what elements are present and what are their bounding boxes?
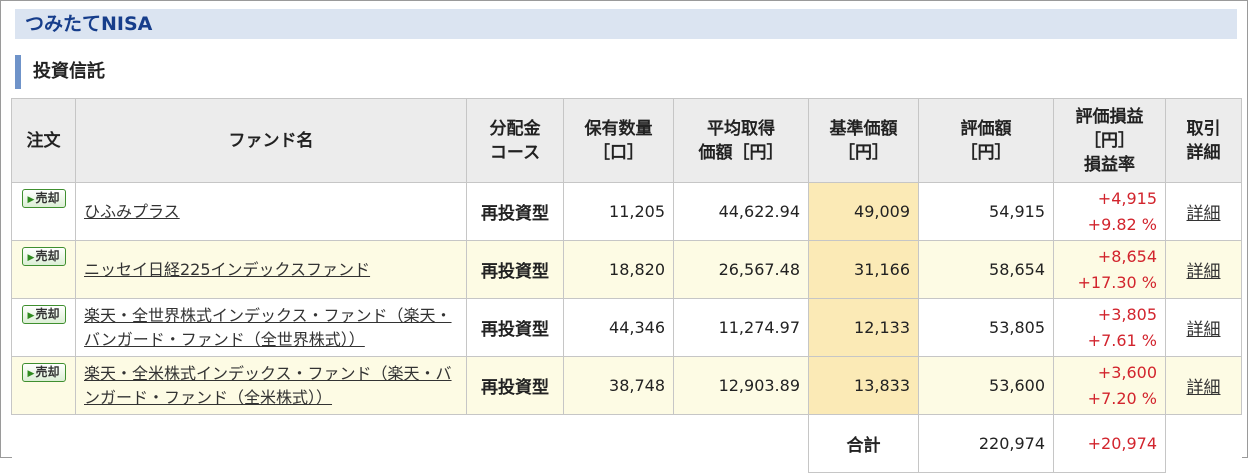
fund-name-cell: 楽天・全米株式インデックス・ファンド（楽天・バンガード・ファンド（全米株式）） [75, 356, 467, 415]
sell-button-label: 売却 [35, 365, 60, 379]
valuation: 54,915 [918, 182, 1054, 241]
total-profit-loss: +20,974 [1053, 414, 1166, 473]
sell-button[interactable]: ▶売却 [21, 247, 66, 266]
avg-cost: 12,903.89 [673, 356, 809, 415]
distribution-course: 再投資型 [466, 240, 564, 299]
col-header-course: 分配金 コース [466, 98, 564, 183]
col-header-nav: 基準価額 ［円］ [808, 98, 919, 183]
detail-link[interactable]: 詳細 [1187, 320, 1221, 340]
nav-price: 13,833 [808, 356, 919, 415]
total-row: 合計 220,974 +20,974 [11, 414, 1242, 473]
profit-loss-amount: +8,654 [1097, 246, 1157, 266]
sell-button[interactable]: ▶売却 [21, 363, 66, 382]
sell-button-label: 売却 [35, 191, 60, 205]
quantity: 44,346 [563, 298, 674, 357]
col-header-quantity: 保有数量 ［口］ [563, 98, 674, 183]
profit-loss-amount: +3,600 [1097, 362, 1157, 382]
profit-loss-cell: +4,915 +9.82 % [1053, 182, 1166, 241]
sell-button-label: 売却 [35, 307, 60, 321]
profit-loss-rate: +7.61 % [1087, 330, 1157, 350]
page-frame: つみたてNISA 投資信託 注文 ファンド名 分配金 コース 保有数量 ［口］ … [0, 0, 1248, 473]
avg-cost: 11,274.97 [673, 298, 809, 357]
fund-name-link[interactable]: 楽天・全米株式インデックス・ファンド（楽天・バンガード・ファンド（全米株式）） [84, 364, 452, 407]
total-label: 合計 [808, 414, 919, 473]
profit-loss-rate: +17.30 % [1077, 272, 1158, 292]
profit-loss-rate: +9.82 % [1087, 214, 1157, 234]
section-title: 投資信託 [15, 55, 105, 89]
play-icon: ▶ [27, 311, 35, 321]
avg-cost: 26,567.48 [673, 240, 809, 299]
col-header-detail: 取引 詳細 [1165, 98, 1242, 183]
valuation: 53,805 [918, 298, 1054, 357]
col-header-avg-cost: 平均取得 価額［円］ [673, 98, 809, 183]
profit-loss-rate: +7.20 % [1087, 388, 1157, 408]
nav-price: 31,166 [808, 240, 919, 299]
valuation: 58,654 [918, 240, 1054, 299]
play-icon: ▶ [27, 369, 35, 379]
play-icon: ▶ [27, 195, 35, 205]
profit-loss-amount: +4,915 [1097, 188, 1157, 208]
detail-cell: 詳細 [1165, 182, 1242, 241]
holdings-table: 注文 ファンド名 分配金 コース 保有数量 ［口］ 平均取得 価額［円］ 基準価… [11, 98, 1242, 473]
table-row: ▶売却 ニッセイ日経225インデックスファンド 再投資型 18,820 26,5… [11, 240, 1242, 299]
table-row: ▶売却 楽天・全世界株式インデックス・ファンド（楽天・バンガード・ファンド（全世… [11, 298, 1242, 357]
fund-name-cell: ニッセイ日経225インデックスファンド [75, 240, 467, 299]
fund-name-cell: ひふみプラス [75, 182, 467, 241]
order-cell: ▶売却 [11, 240, 76, 299]
profit-loss-cell: +3,805 +7.61 % [1053, 298, 1166, 357]
detail-link[interactable]: 詳細 [1187, 262, 1221, 282]
detail-cell: 詳細 [1165, 240, 1242, 299]
col-header-value: 評価額 ［円］ [918, 98, 1054, 183]
total-spacer-end [1165, 414, 1242, 473]
col-header-fund: ファンド名 [75, 98, 467, 183]
table-row: ▶売却 楽天・全米株式インデックス・ファンド（楽天・バンガード・ファンド（全米株… [11, 356, 1242, 415]
fund-name-link[interactable]: ひふみプラス [84, 202, 180, 221]
sell-button[interactable]: ▶売却 [21, 189, 66, 208]
total-spacer [11, 414, 809, 473]
detail-cell: 詳細 [1165, 298, 1242, 357]
valuation: 53,600 [918, 356, 1054, 415]
table-header-row: 注文 ファンド名 分配金 コース 保有数量 ［口］ 平均取得 価額［円］ 基準価… [11, 98, 1242, 183]
fund-name-link[interactable]: 楽天・全世界株式インデックス・ファンド（楽天・バンガード・ファンド（全世界株式）… [84, 306, 452, 349]
distribution-course: 再投資型 [466, 356, 564, 415]
fund-name-cell: 楽天・全世界株式インデックス・ファンド（楽天・バンガード・ファンド（全世界株式）… [75, 298, 467, 357]
nav-price: 49,009 [808, 182, 919, 241]
order-cell: ▶売却 [11, 298, 76, 357]
col-header-pl: 評価損益 ［円］ 損益率 [1053, 98, 1166, 183]
nav-price: 12,133 [808, 298, 919, 357]
order-cell: ▶売却 [11, 356, 76, 415]
avg-cost: 44,622.94 [673, 182, 809, 241]
quantity: 38,748 [563, 356, 674, 415]
fund-name-link[interactable]: ニッセイ日経225インデックスファンド [84, 260, 370, 279]
play-icon: ▶ [27, 253, 35, 263]
quantity: 11,205 [563, 182, 674, 241]
distribution-course: 再投資型 [466, 298, 564, 357]
detail-link[interactable]: 詳細 [1187, 378, 1221, 398]
profit-loss-cell: +8,654 +17.30 % [1053, 240, 1166, 299]
detail-link[interactable]: 詳細 [1187, 204, 1221, 224]
quantity: 18,820 [563, 240, 674, 299]
sell-button-label: 売却 [35, 249, 60, 263]
detail-cell: 詳細 [1165, 356, 1242, 415]
sell-button[interactable]: ▶売却 [21, 305, 66, 324]
distribution-course: 再投資型 [466, 182, 564, 241]
page-title: つみたてNISA [15, 9, 1237, 39]
total-valuation: 220,974 [918, 414, 1054, 473]
profit-loss-amount: +3,805 [1097, 304, 1157, 324]
col-header-order: 注文 [11, 98, 76, 183]
order-cell: ▶売却 [11, 182, 76, 241]
table-row: ▶売却 ひふみプラス 再投資型 11,205 44,622.94 49,009 … [11, 182, 1242, 241]
profit-loss-cell: +3,600 +7.20 % [1053, 356, 1166, 415]
